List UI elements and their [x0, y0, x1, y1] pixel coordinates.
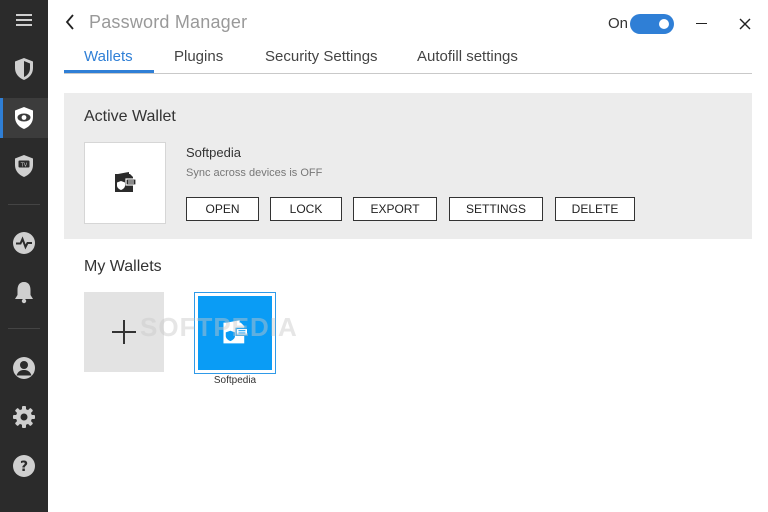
svg-text:?: ?: [20, 459, 28, 475]
sidebar: TV ?: [0, 0, 48, 512]
active-wallet-heading: Active Wallet: [84, 108, 176, 125]
wallet-card-label: Softpedia: [213, 375, 257, 386]
sidebar-item-activity[interactable]: [0, 223, 48, 263]
tab-autofill-settings[interactable]: Autofill settings: [417, 48, 518, 65]
tab-active-indicator: [64, 70, 154, 73]
protection-toggle[interactable]: [630, 14, 674, 34]
sidebar-item-notifications[interactable]: [0, 272, 48, 312]
bell-icon: [15, 282, 33, 304]
shield-icon: [15, 58, 33, 80]
svg-text:TV: TV: [20, 163, 28, 169]
tab-bar: Wallets Plugins Security Settings Autofi…: [64, 44, 752, 74]
page-title: Password Manager: [89, 12, 248, 32]
menu-button[interactable]: [0, 0, 48, 40]
gear-icon: [13, 406, 35, 428]
menu-icon: [16, 14, 32, 26]
back-button[interactable]: [60, 10, 80, 34]
activity-icon: [13, 232, 35, 254]
wallet-icon: [115, 172, 137, 192]
export-button[interactable]: EXPORT: [353, 197, 437, 221]
eye-shield-icon: [15, 107, 33, 129]
chevron-left-icon: [65, 14, 74, 30]
plus-icon: [112, 320, 136, 344]
user-icon: [13, 357, 35, 379]
close-button[interactable]: [734, 12, 756, 36]
lock-button[interactable]: LOCK: [270, 197, 342, 221]
sidebar-item-account[interactable]: [0, 348, 48, 388]
open-button[interactable]: OPEN: [186, 197, 259, 221]
tab-plugins[interactable]: Plugins: [174, 48, 223, 65]
watermark: SOFTPEDIA: [140, 312, 298, 342]
minimize-button[interactable]: [690, 12, 714, 36]
toggle-label: On: [608, 15, 629, 32]
sidebar-item-protection[interactable]: [0, 49, 48, 89]
sidebar-item-settings[interactable]: [0, 397, 48, 437]
tab-security-settings[interactable]: Security Settings: [265, 48, 378, 65]
help-icon: ?: [13, 455, 35, 477]
minimize-icon: [696, 23, 707, 24]
password-manager-window: TV ? Password Manager On Wallets Plugins…: [0, 0, 768, 512]
active-wallet-panel: Active Wallet Softpedia Sync across devi…: [64, 93, 752, 239]
sync-status: Sync across devices is OFF: [186, 167, 323, 179]
sidebar-divider: [8, 328, 40, 329]
tab-wallets[interactable]: Wallets: [84, 48, 133, 65]
settings-button[interactable]: SETTINGS: [449, 197, 543, 221]
sidebar-item-tv[interactable]: TV: [0, 146, 48, 186]
close-icon: [739, 18, 751, 30]
toggle-knob: [659, 19, 669, 29]
active-wallet-name: Softpedia: [186, 145, 241, 160]
sidebar-item-privacy[interactable]: [0, 98, 48, 138]
active-wallet-tile: [84, 142, 166, 224]
my-wallets-heading: My Wallets: [84, 258, 162, 275]
tv-shield-icon: TV: [15, 155, 33, 177]
delete-button[interactable]: DELETE: [555, 197, 635, 221]
sidebar-divider: [8, 204, 40, 205]
sidebar-item-help[interactable]: ?: [0, 446, 48, 486]
